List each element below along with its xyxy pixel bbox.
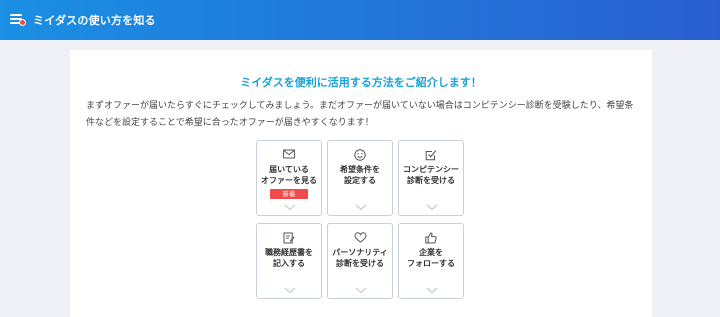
smiley-icon <box>354 149 366 161</box>
section-headline: ミイダスを便利に活用する方法をご紹介します！ <box>240 76 482 89</box>
page-title: ミイダスの使い方を知る <box>33 14 156 27</box>
new-badge: 新着 <box>270 189 308 199</box>
heart-icon <box>353 232 367 243</box>
chevron-down-icon <box>426 287 438 294</box>
lead-text: まずオファーが届いたらすぐにチェックしてみましょう。まだオファーが届いていない場… <box>86 101 634 128</box>
mail-icon <box>283 149 295 159</box>
chevron-down-icon <box>284 287 296 294</box>
menu-icon[interactable] <box>10 12 26 28</box>
tile-view-offers[interactable]: 届いている オファーを見る 新着 <box>256 140 322 216</box>
tile-label: 企業を フォローする <box>407 248 455 268</box>
checkbox-icon <box>425 150 437 161</box>
app-header: ミイダスの使い方を知る <box>0 0 720 40</box>
tile-fill-resume[interactable]: 職務経歴書を 記入する <box>256 223 322 299</box>
tile-label: 届いている オファーを見る <box>261 165 317 185</box>
tile-follow-company[interactable]: 企業を フォローする <box>398 223 464 299</box>
thumbs-up-icon <box>425 232 437 244</box>
notification-dot <box>19 19 26 26</box>
tile-label: コンピテンシー 診断を受ける <box>403 165 459 185</box>
tile-label: パーソナリティ 診断を受ける <box>332 248 388 268</box>
guide-card: ミイダスを便利に活用する方法をご紹介します！ まずオファーが届いたらすぐにチェッ… <box>70 50 652 317</box>
edit-document-icon <box>283 232 295 244</box>
tile-personality-test[interactable]: パーソナリティ 診断を受ける <box>327 223 393 299</box>
chevron-down-icon <box>426 204 438 211</box>
tile-competency-test[interactable]: コンピテンシー 診断を受ける <box>398 140 464 216</box>
chevron-down-icon <box>355 287 367 294</box>
chevron-down-icon <box>284 204 296 211</box>
tile-label: 職務経歴書を 記入する <box>265 248 313 268</box>
chevron-down-icon <box>355 204 367 211</box>
tile-label: 希望条件を 設定する <box>340 165 380 185</box>
tile-set-preferences[interactable]: 希望条件を 設定する <box>327 140 393 216</box>
